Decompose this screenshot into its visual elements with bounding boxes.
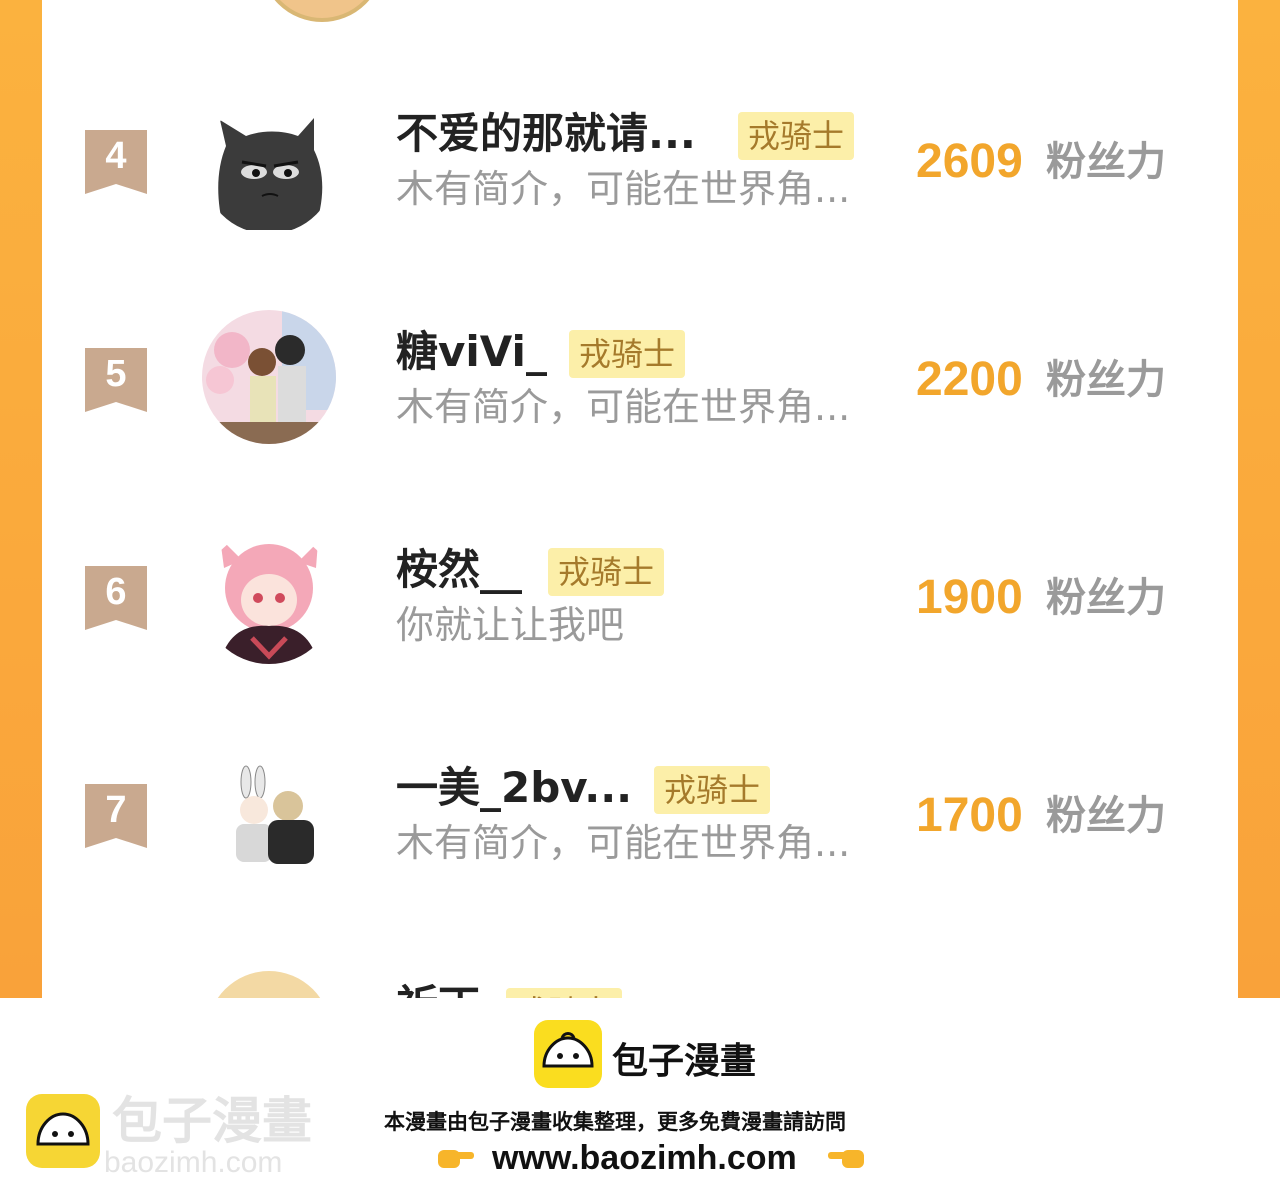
rank-badge: 戎骑士 <box>654 766 771 814</box>
user-description: 木有简介，可能在世界角... <box>396 385 851 429</box>
watermark-logo-icon <box>26 1094 100 1168</box>
blonde-anime-avatar[interactable] <box>202 966 336 998</box>
pink-hair-anime-avatar[interactable] <box>202 530 336 664</box>
fan-score-unit: 粉丝力 <box>1046 575 1166 621</box>
pointing-left-hand-icon <box>826 1140 866 1174</box>
rank-badge: 戎骑士 <box>569 330 686 378</box>
user-description: 你就让让我吧 <box>396 603 625 647</box>
leaderboard-row[interactable]: 4 不爱的那就请... 戎骑士 木有简介，可能在世界角... 2609 粉丝力 <box>42 88 1238 238</box>
rank-number: 7 <box>105 789 127 831</box>
pointing-right-hand-icon <box>436 1140 476 1174</box>
anime-couple-avatar[interactable] <box>202 310 336 444</box>
watermark-brand: 包子漫畫 <box>112 1092 312 1150</box>
fan-score: 2609 <box>916 135 1023 188</box>
leaderboard-row[interactable]: 祈丁 戎骑士 <box>42 960 1238 998</box>
notice-text: 本漫畫由包子漫畫收集整理，更多免費漫畫請訪問 <box>384 1110 846 1134</box>
brand-title[interactable]: 包子漫畫 <box>612 1032 756 1084</box>
user-name[interactable]: 祈丁 <box>396 980 480 998</box>
orange-frame: 4 不爱的那就请... 戎骑士 木有简介，可能在世界角... 2609 粉丝力 <box>0 0 1280 998</box>
baozi-logo-icon[interactable] <box>534 1020 602 1088</box>
rank-badge: 戎骑士 <box>548 548 665 596</box>
user-name[interactable]: 一美_2bv... <box>396 762 632 814</box>
rank-ribbon: 5 <box>85 348 147 412</box>
rank-ribbon: 7 <box>85 784 147 848</box>
user-description: 木有简介，可能在世界角... <box>396 167 851 211</box>
rank-badge: 戎骑士 <box>506 988 623 998</box>
rank-number: 6 <box>105 571 127 613</box>
fan-score-unit: 粉丝力 <box>1046 357 1166 403</box>
fan-score: 2200 <box>916 353 1023 406</box>
leaderboard-row[interactable]: 5 糖viVi_ 戎骑士 木有简介，可能在世界角... 2200 粉丝力 <box>42 306 1238 456</box>
leaderboard-panel: 4 不爱的那就请... 戎骑士 木有简介，可能在世界角... 2609 粉丝力 <box>42 0 1238 998</box>
bunny-chibi-avatar[interactable] <box>202 748 336 882</box>
leaderboard-row[interactable]: 7 一美_2bv... 戎骑士 木有简介，可能在世界角... 1700 粉丝力 <box>42 742 1238 892</box>
fan-score-unit: 粉丝力 <box>1046 793 1166 839</box>
fan-score-unit: 粉丝力 <box>1046 139 1166 185</box>
site-url-line[interactable]: www.baozimh.com <box>436 1136 866 1180</box>
leaderboard-row[interactable]: 6 桉然__ 戎骑士 你就让让我吧 1900 粉丝力 <box>42 524 1238 674</box>
fan-score: 1900 <box>916 571 1023 624</box>
rank-number: 4 <box>105 135 127 177</box>
fan-score: 1700 <box>916 789 1023 842</box>
rank-ribbon: 4 <box>85 130 147 194</box>
previous-avatar-partial <box>260 0 384 22</box>
black-cat-avatar[interactable] <box>202 100 336 234</box>
rank-badge: 戎骑士 <box>738 112 855 160</box>
rank-ribbon: 6 <box>85 566 147 630</box>
rank-number: 5 <box>105 353 127 395</box>
user-name[interactable]: 桉然__ <box>396 544 522 596</box>
user-name[interactable]: 糖viVi_ <box>396 326 547 378</box>
footer: 包子漫畫 包子漫畫 baozimh.com 本漫畫由包子漫畫收集整理，更多免費漫… <box>0 998 1280 1199</box>
site-url-link[interactable]: www.baozimh.com <box>492 1136 797 1180</box>
watermark-url: baozimh.com <box>104 1146 283 1179</box>
user-description: 木有简介，可能在世界角... <box>396 821 851 865</box>
user-name[interactable]: 不爱的那就请... <box>396 108 696 160</box>
